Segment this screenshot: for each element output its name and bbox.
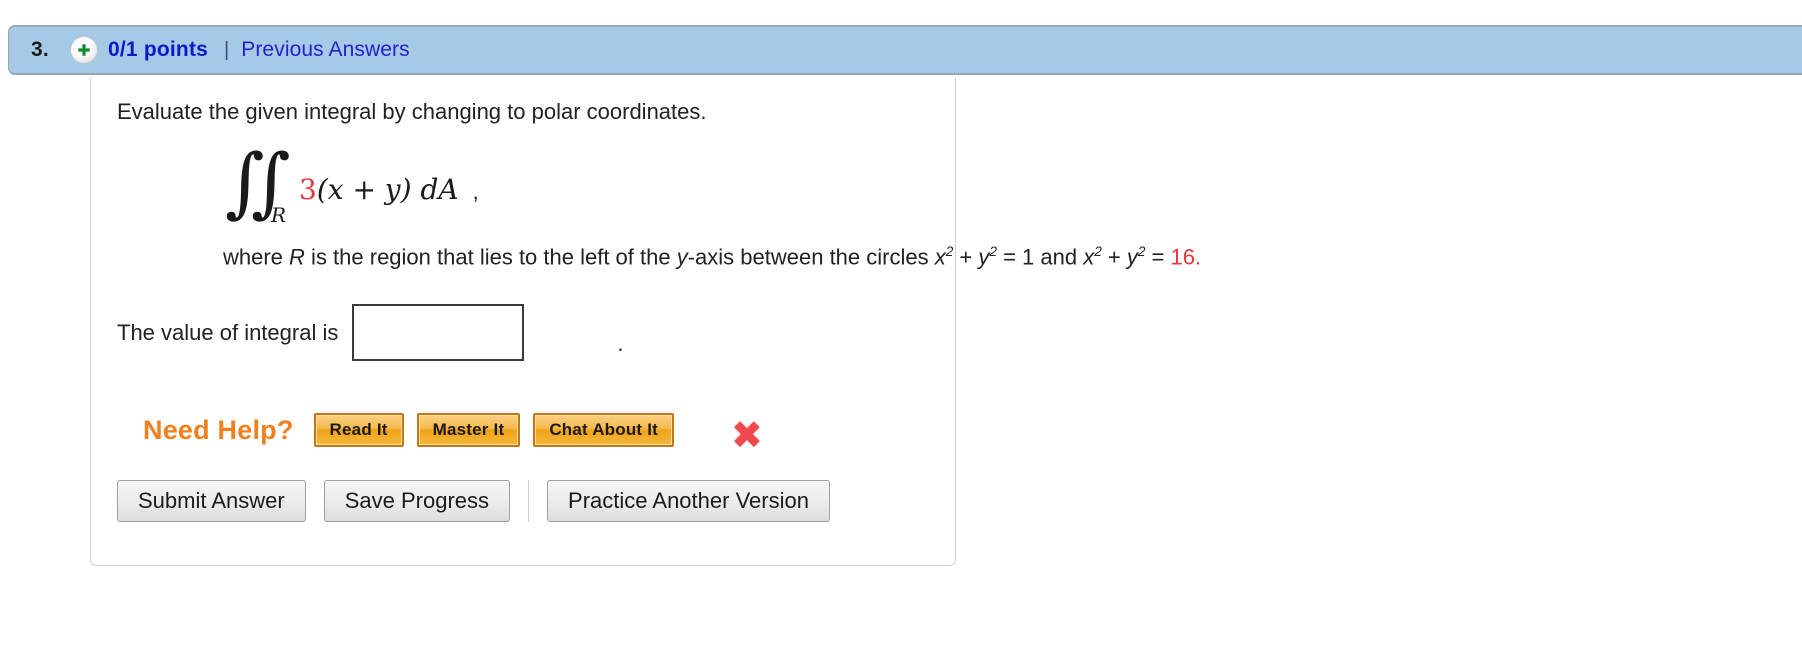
circle1-plus: +: [953, 244, 979, 270]
answer-period: .: [617, 331, 624, 357]
double-integral-symbol: ∫ ∫ R: [225, 143, 299, 227]
master-it-button[interactable]: Master It: [416, 413, 521, 448]
question-body: Evaluate the given integral by changing …: [91, 78, 1802, 448]
circle1-equals: = 1 and: [996, 244, 1084, 270]
axis-variable: y: [676, 244, 688, 270]
points-label: 0/1 points: [108, 38, 209, 61]
header-divider: |: [224, 38, 230, 61]
circle2-x: x: [1083, 244, 1095, 270]
question-header-bar: 3. 0/1 points | Previous Answers: [8, 25, 1802, 75]
circle2-plus: +: [1101, 244, 1127, 270]
circle2-x-exponent: 2: [1094, 243, 1102, 259]
need-help-label: Need Help?: [143, 414, 294, 445]
where-middle: is the region that lies to the left of t…: [304, 244, 677, 270]
where-prefix: where: [223, 244, 290, 270]
read-it-button[interactable]: Read It: [313, 413, 404, 448]
plus-circle-icon[interactable]: [71, 37, 97, 63]
integrand-body: (x + y) dA: [316, 172, 459, 206]
region-variable: R: [289, 244, 305, 270]
answer-label: The value of integral is: [117, 319, 339, 345]
circle1-x: x: [934, 244, 946, 270]
question-prompt: Evaluate the given integral by changing …: [117, 99, 707, 124]
need-help-row: Need Help? Read It Master It Chat About …: [143, 413, 1802, 448]
question-content-panel: Evaluate the given integral by changing …: [90, 78, 1201, 566]
incorrect-x-icon: ✖: [731, 413, 763, 457]
circle1-y: y: [978, 244, 990, 270]
answer-row: The value of integral is .: [117, 304, 1802, 362]
answer-input[interactable]: [352, 304, 525, 362]
circle2-y: y: [1126, 244, 1138, 270]
chat-about-it-button[interactable]: Chat About It: [533, 413, 674, 448]
button-group-divider: [528, 480, 530, 522]
integrand-coefficient: 3: [299, 172, 317, 206]
question-number: 3.: [30, 38, 50, 61]
action-buttons-row: Submit Answer Save Progress Practice Ano…: [117, 480, 848, 522]
circle2-radius: 16.: [1170, 244, 1202, 270]
integrand-comma: ,: [472, 178, 479, 204]
where-after-axis: -axis between the circles: [687, 244, 935, 270]
circle1-y-exponent: 2: [989, 243, 997, 259]
previous-answers-link[interactable]: Previous Answers: [241, 38, 410, 62]
integral-subscript: R: [271, 202, 287, 227]
save-progress-button[interactable]: Save Progress: [323, 480, 511, 522]
region-description: where R is the region that lies to the l…: [223, 244, 1802, 270]
circle2-equals: =: [1145, 244, 1171, 270]
integrand-expression: 3(x + y) dA,: [299, 173, 479, 206]
submit-answer-button[interactable]: Submit Answer: [117, 480, 306, 522]
integral-expression: ∫ ∫ R 3(x + y) dA,: [225, 143, 1802, 227]
practice-another-version-button[interactable]: Practice Another Version: [547, 480, 830, 522]
